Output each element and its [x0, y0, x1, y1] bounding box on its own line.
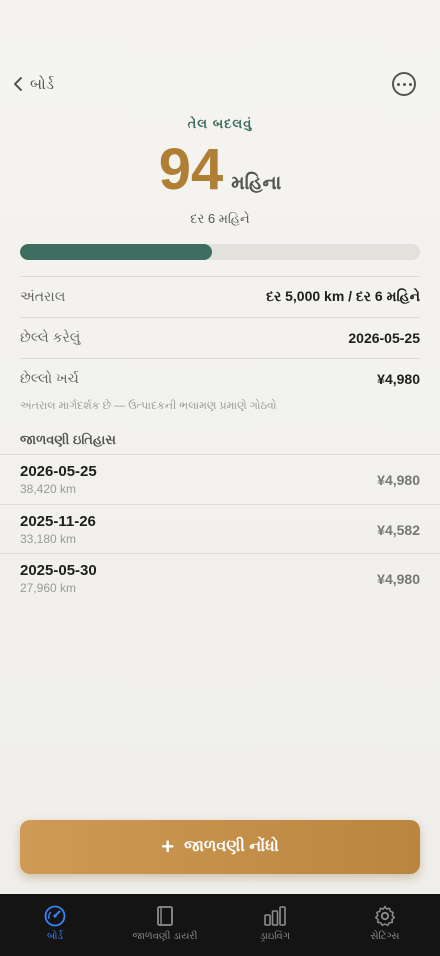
bars-icon — [264, 906, 286, 926]
back-label: બોર્ડ — [30, 75, 55, 93]
history-km: 33,180 km — [20, 532, 77, 546]
tab-board[interactable]: બોર્ડ — [0, 894, 110, 956]
back-button[interactable]: બોર્ડ — [12, 72, 54, 96]
progress-fill — [20, 244, 212, 260]
remaining-value: 94 મહિના — [0, 138, 440, 202]
screen: બોર્ડ તેલ બદલવું 94 મહિના દર 6 મહિને અંત… — [0, 0, 440, 956]
tab-settings[interactable]: સેટિંગ્સ — [330, 894, 440, 956]
history-item[interactable]: 2025-11-26 33,180 km ¥4,582 — [0, 504, 440, 554]
add-maintenance-label: જાળવણી નોંધો — [184, 838, 279, 855]
tab-label: બોર્ડ — [46, 931, 64, 942]
history-title: જાળવણી ઇતિહાસ — [20, 432, 116, 447]
detail-value: દર 5,000 km / દર 6 મહિને — [266, 288, 420, 304]
detail-row-interval: અંતરાલ દર 5,000 km / દર 6 મહિને — [20, 276, 420, 316]
detail-value: ¥4,980 — [377, 370, 420, 387]
interval-note: અંતરાલ માર્ગદર્શક છે — ઉત્પાદકની ભલામણ પ… — [20, 400, 277, 412]
detail-row-last-cost: છેલ્લો ખર્ચ ¥4,980 — [20, 358, 420, 398]
history-item[interactable]: 2026-05-25 38,420 km ¥4,980 — [0, 454, 440, 504]
detail-value: 2026-05-25 — [348, 329, 420, 346]
history-item[interactable]: 2025-05-30 27,960 km ¥4,980 — [0, 553, 440, 603]
remaining-number: 94 — [158, 137, 224, 202]
history-date: 2025-05-30 — [20, 562, 97, 579]
history-cost: ¥4,980 — [377, 472, 420, 488]
tab-label: જાળવણી ડાયરી — [132, 931, 198, 942]
detail-row-last-done: છેલ્લે કરેલું 2026-05-25 — [20, 317, 420, 357]
detail-label: છેલ્લે કરેલું — [20, 329, 81, 345]
tab-driving[interactable]: ડ્રાઇવિંગ — [220, 894, 330, 956]
book-icon — [157, 906, 173, 926]
history-km: 38,420 km — [20, 482, 77, 496]
history-date: 2025-11-26 — [20, 513, 96, 530]
detail-label: અંતરાલ — [20, 288, 66, 304]
gauge-icon — [44, 905, 66, 927]
gear-icon — [374, 905, 396, 927]
history-km: 27,960 km — [20, 581, 77, 595]
chevron-left-icon — [14, 77, 22, 91]
history-date: 2026-05-25 — [20, 463, 97, 480]
tab-maintenance-diary[interactable]: જાળવણી ડાયરી — [110, 894, 220, 956]
history-cost: ¥4,980 — [377, 571, 420, 587]
more-options-icon[interactable] — [392, 72, 416, 96]
item-subtitle: તેલ બદલવું — [187, 116, 253, 131]
plus-icon: + — [161, 834, 175, 859]
frequency-label: દર 6 મહિને — [190, 211, 250, 226]
tab-label: સેટિંગ્સ — [370, 931, 400, 942]
remaining-unit: મહિના — [231, 173, 282, 194]
progress-bar — [20, 244, 420, 260]
top-bar: બોર્ડ — [0, 66, 440, 102]
history-cost: ¥4,582 — [377, 522, 420, 538]
tab-bar: બોર્ડ જાળવણી ડાયરી ડ્રાઇવિંગ સેટિંગ્સ — [0, 894, 440, 956]
detail-label: છેલ્લો ખર્ચ — [20, 370, 79, 386]
add-maintenance-button[interactable]: + જાળવણી નોંધો — [20, 820, 420, 874]
tab-label: ડ્રાઇવિંગ — [259, 931, 291, 942]
